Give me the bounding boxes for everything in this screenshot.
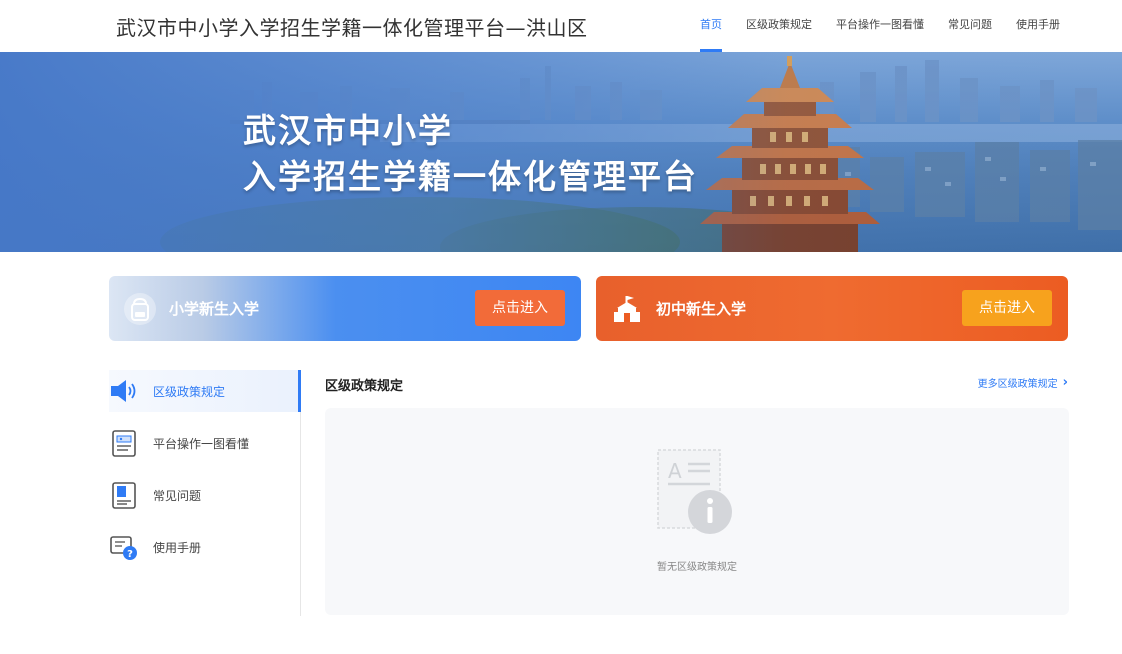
middle-school-entry-card[interactable]: 初中新生入学 点击进入: [596, 276, 1068, 341]
primary-school-entry-label: 小学新生入学: [169, 300, 260, 318]
banner-title-line1: 武汉市中小学: [243, 111, 453, 150]
sidebar-item-district-policy[interactable]: 区级政策规定: [109, 370, 301, 412]
sidebar-item-platform-guide[interactable]: 平台操作一图看懂: [109, 422, 300, 464]
banner-title: 武汉市中小学 入学招生学籍一体化管理平台: [243, 108, 698, 200]
nav-faq[interactable]: 常见问题: [948, 0, 992, 52]
svg-text:?: ?: [127, 549, 133, 560]
document-guide-icon: [112, 430, 136, 457]
speaker-icon: [111, 380, 136, 402]
top-header: 武汉市中小学入学招生学籍一体化管理平台—洪山区 首页 区级政策规定 平台操作一图…: [0, 0, 1122, 52]
empty-state-text: 暂无区级政策规定: [657, 562, 737, 573]
site-title: 武汉市中小学入学招生学籍一体化管理平台—洪山区: [116, 16, 588, 40]
empty-state-panel: A 暂无区级政策规定: [325, 408, 1069, 615]
hero-banner: 武汉市中小学 入学招生学籍一体化管理平台: [0, 52, 1122, 252]
chevron-right-icon: ›: [1062, 374, 1068, 390]
nav-platform-guide[interactable]: 平台操作一图看懂: [836, 0, 924, 52]
school-bag-icon: [124, 293, 156, 325]
sidebar-item-user-manual[interactable]: ? 使用手册: [109, 526, 300, 568]
sidebar-item-label: 区级政策规定: [153, 384, 226, 399]
more-policy-link[interactable]: 更多区级政策规定 ›: [977, 374, 1068, 391]
svg-text:A: A: [668, 459, 682, 483]
middle-school-enter-button[interactable]: 点击进入: [962, 290, 1052, 326]
middle-school-entry-label: 初中新生入学: [656, 300, 747, 318]
more-policy-link-label: 更多区级政策规定: [977, 379, 1058, 390]
sidebar: 区级政策规定 平台操作一图看懂 常见问题 ? 使用手册: [109, 370, 301, 616]
main-nav: 首页 区级政策规定 平台操作一图看懂 常见问题 使用手册: [676, 0, 1060, 52]
sidebar-item-label: 常见问题: [153, 488, 202, 503]
primary-school-entry-card[interactable]: 小学新生入学 点击进入: [109, 276, 581, 341]
manual-help-icon: ?: [110, 536, 137, 560]
sidebar-item-label: 使用手册: [153, 540, 202, 555]
school-building-icon: [614, 296, 640, 322]
primary-school-enter-button[interactable]: 点击进入: [475, 290, 565, 326]
sidebar-item-label: 平台操作一图看懂: [153, 436, 250, 451]
nav-user-manual[interactable]: 使用手册: [1016, 0, 1060, 52]
banner-title-line2: 入学招生学籍一体化管理平台: [243, 157, 698, 196]
empty-document-icon: A: [657, 449, 732, 534]
faq-book-icon: [112, 482, 136, 509]
nav-district-policy[interactable]: 区级政策规定: [746, 0, 812, 52]
section-title: 区级政策规定: [325, 379, 404, 394]
sidebar-item-faq[interactable]: 常见问题: [109, 474, 300, 516]
nav-home[interactable]: 首页: [700, 0, 722, 52]
